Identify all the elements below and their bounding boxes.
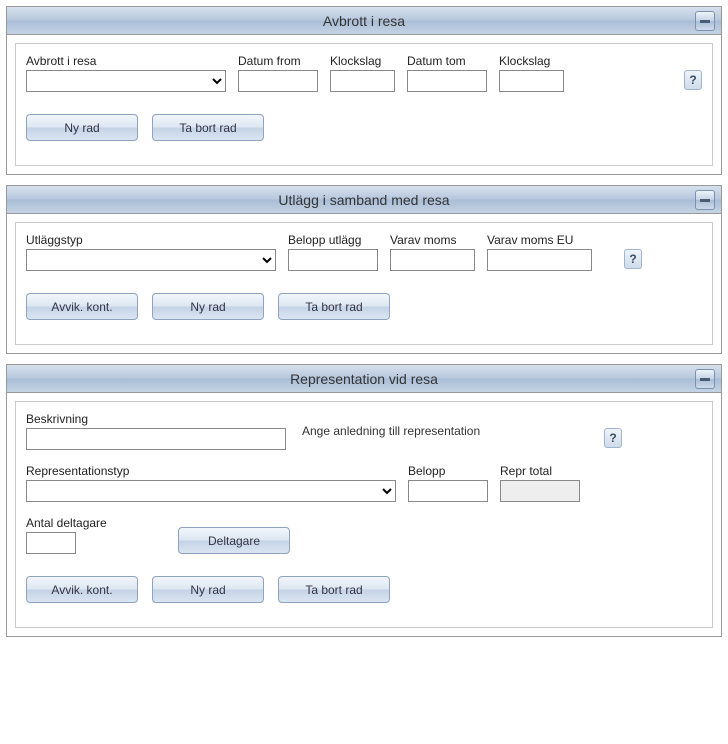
collapse-button-utlagg[interactable] (695, 190, 715, 210)
field-beskrivning: Beskrivning (26, 412, 286, 450)
minus-icon (700, 199, 710, 202)
fields-row-avbrott: Avbrott i resa Datum from Klockslag Datu… (26, 54, 702, 92)
input-beskrivning[interactable] (26, 428, 286, 450)
fields-row-utlagg: Utläggstyp Belopp utlägg Varav moms Vara… (26, 233, 702, 271)
label-varav-moms-eu: Varav moms EU (487, 233, 592, 247)
input-antal-deltagare[interactable] (26, 532, 76, 554)
collapse-button-representation[interactable] (695, 369, 715, 389)
section-body-representation: Beskrivning Ange anledning till represen… (15, 401, 713, 628)
section-title-representation: Representation vid resa (290, 371, 438, 387)
input-datum-from[interactable] (238, 70, 318, 92)
input-klockslag1[interactable] (330, 70, 395, 92)
label-avbrott-i-resa: Avbrott i resa (26, 54, 226, 68)
section-utlagg: Utlägg i samband med resa Utläggstyp Bel… (6, 185, 722, 354)
ny-rad-button[interactable]: Ny rad (152, 293, 264, 320)
section-header-avbrott: Avbrott i resa (7, 7, 721, 35)
button-row-avbrott: Ny rad Ta bort rad (26, 114, 702, 141)
ta-bort-rad-button[interactable]: Ta bort rad (152, 114, 264, 141)
ta-bort-rad-button[interactable]: Ta bort rad (278, 293, 390, 320)
label-antal-deltagare: Antal deltagare (26, 516, 126, 530)
select-representationstyp[interactable] (26, 480, 396, 502)
section-body-utlagg: Utläggstyp Belopp utlägg Varav moms Vara… (15, 222, 713, 345)
collapse-button-avbrott[interactable] (695, 11, 715, 31)
label-varav-moms: Varav moms (390, 233, 475, 247)
input-varav-moms-eu[interactable] (487, 249, 592, 271)
button-row-utlagg: Avvik. kont. Ny rad Ta bort rad (26, 293, 702, 320)
field-belopp: Belopp (408, 464, 488, 502)
label-utlaggstyp: Utläggstyp (26, 233, 276, 247)
row-representationstyp: Representationstyp Belopp Repr total (26, 464, 702, 502)
ta-bort-rad-button[interactable]: Ta bort rad (278, 576, 390, 603)
input-klockslag2[interactable] (499, 70, 564, 92)
help-button-representation[interactable]: ? (604, 428, 622, 448)
row-antal-deltagare: Antal deltagare Deltagare (26, 516, 702, 554)
field-klockslag2: Klockslag (499, 54, 564, 92)
field-varav-moms-eu: Varav moms EU (487, 233, 592, 271)
button-row-representation: Avvik. kont. Ny rad Ta bort rad (26, 576, 702, 603)
label-klockslag2: Klockslag (499, 54, 564, 68)
field-antal-deltagare: Antal deltagare (26, 516, 126, 554)
label-belopp: Belopp (408, 464, 488, 478)
avvik-kont-button[interactable]: Avvik. kont. (26, 293, 138, 320)
section-title-avbrott: Avbrott i resa (323, 13, 405, 29)
section-header-utlagg: Utlägg i samband med resa (7, 186, 721, 214)
field-varav-moms: Varav moms (390, 233, 475, 271)
field-avbrott-i-resa: Avbrott i resa (26, 54, 226, 92)
section-representation: Representation vid resa Beskrivning Ange… (6, 364, 722, 637)
section-body-avbrott: Avbrott i resa Datum from Klockslag Datu… (15, 43, 713, 166)
field-utlaggstyp: Utläggstyp (26, 233, 276, 271)
label-belopp-utlagg: Belopp utlägg (288, 233, 378, 247)
input-belopp[interactable] (408, 480, 488, 502)
label-representationstyp: Representationstyp (26, 464, 396, 478)
field-representationstyp: Representationstyp (26, 464, 396, 502)
field-belopp-utlagg: Belopp utlägg (288, 233, 378, 271)
input-varav-moms[interactable] (390, 249, 475, 271)
help-button-avbrott[interactable]: ? (684, 70, 702, 90)
field-repr-total: Repr total (500, 464, 580, 502)
ny-rad-button[interactable]: Ny rad (26, 114, 138, 141)
input-belopp-utlagg[interactable] (288, 249, 378, 271)
section-header-representation: Representation vid resa (7, 365, 721, 393)
input-datum-tom[interactable] (407, 70, 487, 92)
minus-icon (700, 378, 710, 381)
ny-rad-button[interactable]: Ny rad (152, 576, 264, 603)
section-avbrott: Avbrott i resa Avbrott i resa Datum from… (6, 6, 722, 175)
field-klockslag1: Klockslag (330, 54, 395, 92)
avvik-kont-button[interactable]: Avvik. kont. (26, 576, 138, 603)
minus-icon (700, 20, 710, 23)
select-avbrott-i-resa[interactable] (26, 70, 226, 92)
deltagare-button[interactable]: Deltagare (178, 527, 290, 554)
help-button-utlagg[interactable]: ? (624, 249, 642, 269)
label-datum-tom: Datum tom (407, 54, 487, 68)
label-repr-total: Repr total (500, 464, 580, 478)
label-beskrivning: Beskrivning (26, 412, 286, 426)
field-datum-tom: Datum tom (407, 54, 487, 92)
text-ange-anledning: Ange anledning till representation (302, 424, 480, 438)
select-utlaggstyp[interactable] (26, 249, 276, 271)
field-datum-from: Datum from (238, 54, 318, 92)
input-repr-total (500, 480, 580, 502)
section-title-utlagg: Utlägg i samband med resa (278, 192, 449, 208)
row-beskrivning: Beskrivning Ange anledning till represen… (26, 412, 702, 450)
label-klockslag1: Klockslag (330, 54, 395, 68)
label-datum-from: Datum from (238, 54, 318, 68)
